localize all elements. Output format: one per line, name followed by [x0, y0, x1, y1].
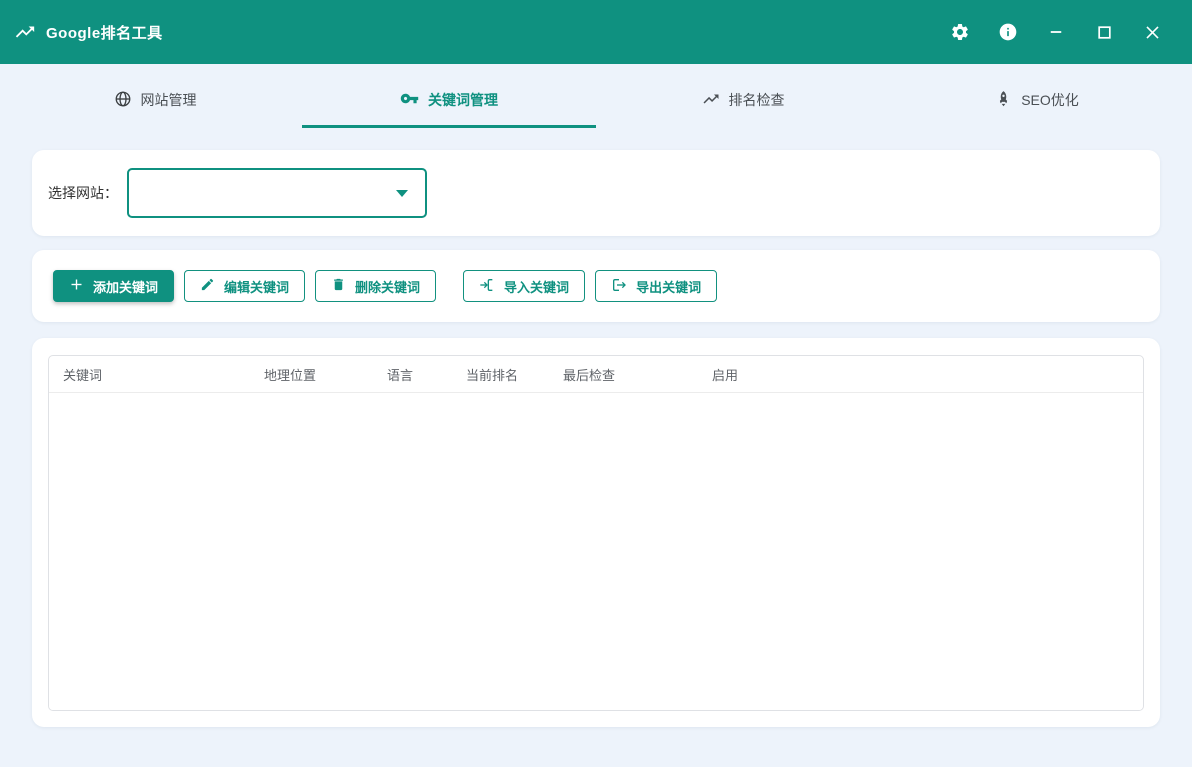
add-keyword-button[interactable]: 添加关键词: [53, 270, 174, 302]
column-header-location: 地理位置: [264, 365, 387, 384]
tab-label: 排名检查: [729, 90, 785, 110]
export-keyword-button[interactable]: 导出关键词: [595, 270, 717, 302]
maximize-icon[interactable]: [1092, 20, 1116, 44]
table-header-row: 关键词 地理位置 语言 当前排名 最后检查 启用: [49, 356, 1143, 393]
tab-website-management[interactable]: 网站管理: [8, 72, 302, 128]
column-header-current-rank: 当前排名: [466, 365, 563, 384]
keyword-toolbar-card: 添加关键词 编辑关键词 删除关键词 导入关键词: [32, 250, 1160, 322]
export-keyword-label: 导出关键词: [636, 277, 701, 296]
pencil-icon: [200, 277, 215, 295]
close-icon[interactable]: [1140, 20, 1164, 44]
edit-keyword-label: 编辑关键词: [224, 277, 289, 296]
titlebar: Google排名工具: [0, 0, 1192, 64]
column-header-enabled: 启用: [712, 365, 1143, 384]
rocket-icon: [995, 90, 1012, 110]
chevron-down-icon: [396, 190, 408, 197]
site-selector-card: 选择网站：: [32, 150, 1160, 236]
tab-keyword-management[interactable]: 关键词管理: [302, 72, 596, 128]
tab-label: 网站管理: [141, 90, 197, 110]
column-header-language: 语言: [387, 365, 466, 384]
column-header-keyword: 关键词: [49, 365, 264, 384]
edit-keyword-button[interactable]: 编辑关键词: [184, 270, 305, 302]
site-selector-label: 选择网站：: [48, 183, 118, 203]
import-icon: [479, 277, 495, 296]
tabbar: 网站管理 关键词管理 排名检查 SEO优化: [8, 72, 1184, 128]
globe-icon: [114, 90, 132, 111]
tab-label: SEO优化: [1021, 90, 1079, 110]
minimize-icon[interactable]: [1044, 20, 1068, 44]
table-body-empty: [49, 393, 1143, 710]
app-title: Google排名工具: [46, 22, 163, 43]
keyword-table-card: 关键词 地理位置 语言 当前排名 最后检查 启用: [32, 338, 1160, 727]
trash-icon: [331, 277, 346, 295]
trending-up-icon: [14, 21, 36, 43]
trending-up-icon: [702, 90, 720, 111]
column-header-last-check: 最后检查: [563, 365, 712, 384]
key-icon: [400, 89, 419, 111]
import-keyword-label: 导入关键词: [504, 277, 569, 296]
tab-seo-optimization[interactable]: SEO优化: [890, 72, 1184, 128]
info-icon[interactable]: [996, 20, 1020, 44]
plus-icon: [69, 277, 84, 295]
keyword-table: 关键词 地理位置 语言 当前排名 最后检查 启用: [48, 355, 1144, 711]
settings-gear-icon[interactable]: [948, 20, 972, 44]
tab-rank-check[interactable]: 排名检查: [596, 72, 890, 128]
site-select-dropdown[interactable]: [127, 168, 427, 218]
export-icon: [611, 277, 627, 296]
tab-label: 关键词管理: [428, 90, 498, 110]
add-keyword-label: 添加关键词: [93, 277, 158, 296]
delete-keyword-button[interactable]: 删除关键词: [315, 270, 436, 302]
delete-keyword-label: 删除关键词: [355, 277, 420, 296]
import-keyword-button[interactable]: 导入关键词: [463, 270, 585, 302]
